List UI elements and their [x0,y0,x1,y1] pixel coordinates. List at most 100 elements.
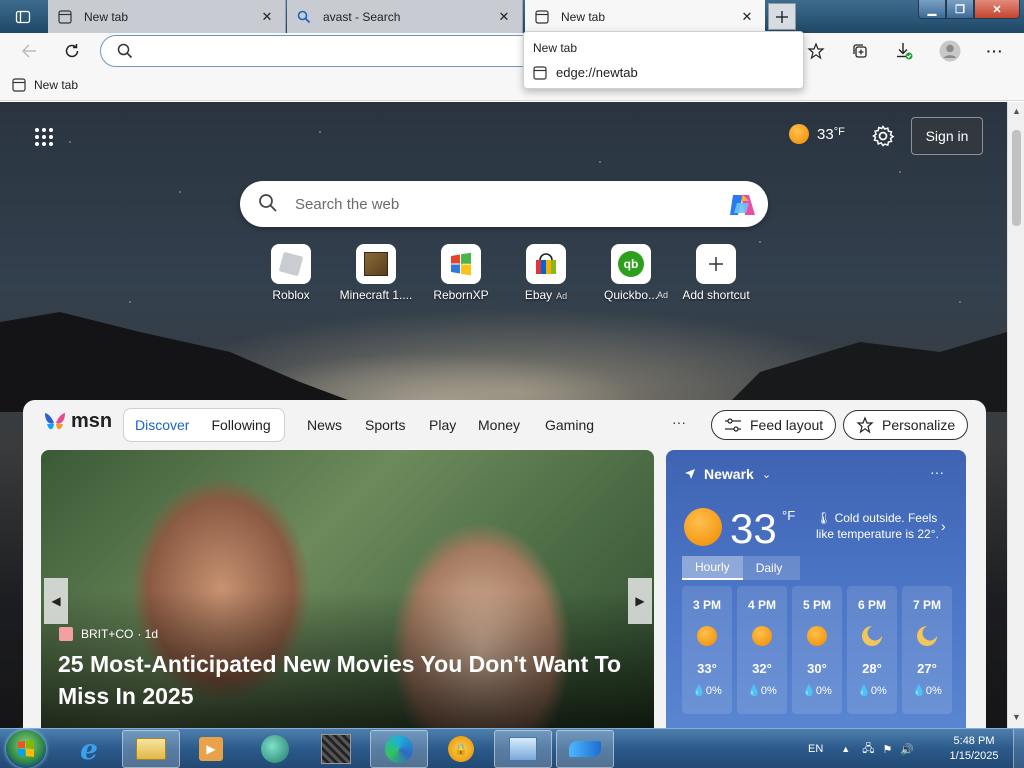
hover-card-url-text: edge://newtab [556,65,638,80]
tab-discover[interactable]: Discover [135,417,189,433]
favorites-button[interactable] [801,36,831,66]
taskbar-control-panel[interactable] [494,730,552,768]
tab-hourly[interactable]: Hourly [682,556,743,580]
network-icon[interactable]: 🖧 [862,740,874,759]
shortcut-rebornxp[interactable]: RebornXP [421,244,501,302]
volume-icon[interactable]: 🔊 [900,743,914,756]
weather-location[interactable]: Newark ⌄ [684,466,771,482]
precip-value: 0% [925,685,942,697]
story-headline[interactable]: 25 Most-Anticipated New Movies You Don't… [58,648,643,712]
apps-launcher-button[interactable] [32,125,56,149]
start-button[interactable] [6,730,46,768]
scroll-up-icon[interactable]: ▲ [1012,106,1021,116]
more-nav-button[interactable]: ··· [672,414,686,430]
clock-time: 5:48 PM [953,735,995,747]
address-input[interactable] [145,42,525,60]
nav-sports[interactable]: Sports [365,417,405,433]
nav-play[interactable]: Play [429,417,456,433]
story-source: BRIT+CO · 1d [59,627,158,641]
restore-button[interactable]: ❐ [946,0,974,19]
show-desktop-button[interactable] [1013,729,1024,768]
favorite-item-newtab[interactable]: New tab [12,75,78,95]
taskbar-internet-explorer[interactable]: e [60,730,118,768]
feed-layout-button[interactable]: Feed layout [711,410,837,440]
taskbar-file-explorer[interactable] [122,730,180,768]
tab-newtab-1[interactable]: New tab ✕ [48,0,286,33]
profile-button[interactable] [935,36,965,66]
system-clock[interactable]: 5:48 PM 1/15/2025 [938,734,1010,764]
vertical-scrollbar[interactable]: ▲ ▼ [1007,102,1024,728]
hour-time: 6 PM [857,598,886,612]
taskbar-vpn-app[interactable]: 🔒 [432,730,490,768]
address-bar[interactable] [100,35,540,67]
downloads-button[interactable] [889,36,919,66]
download-icon [897,43,913,60]
minecraft-icon [356,244,396,284]
back-button[interactable] [14,36,44,66]
weather-more-button[interactable]: ··· [930,464,944,480]
hour-precip: 💧0% [847,684,897,697]
favorites-bar: New tab [0,69,1024,101]
tab-newtab-active[interactable]: New tab ✕ [525,0,765,33]
shortcut-ebay[interactable]: Ebay Ad [506,244,586,302]
back-arrow-icon [21,44,36,58]
language-indicator[interactable]: EN [808,743,823,755]
collections-button[interactable] [845,36,875,66]
collections-icon [853,44,867,58]
web-search-box[interactable]: Search the web [240,181,768,227]
scroll-down-icon[interactable]: ▼ [1012,712,1021,722]
refresh-button[interactable] [57,36,87,66]
add-shortcut-button[interactable]: Add shortcut [676,244,756,302]
tab-daily[interactable]: Daily [743,556,796,580]
taskbar-edge[interactable] [370,730,428,768]
temp-unit: °F [833,125,845,138]
weather-card[interactable]: Newark ⌄ ··· 33 °F 🌡 Cold outside. Feels… [666,450,966,728]
show-hidden-icons-icon[interactable]: ▲ [841,744,850,754]
settings-menu-button[interactable]: ··· [980,36,1010,66]
close-icon[interactable]: ✕ [496,9,512,25]
nav-gaming[interactable]: Gaming [545,417,594,433]
tab-following[interactable]: Following [211,417,270,433]
taskbar-media-player[interactable]: ▶ [182,730,240,768]
new-tab-page: 33°F Sign in Search the web Roblox Minec… [0,102,1007,728]
close-icon[interactable]: ✕ [739,9,755,25]
new-tab-button[interactable] [768,3,796,30]
sign-in-button[interactable]: Sign in [911,117,983,155]
tab-avast-search[interactable]: avast - Search ✕ [287,0,523,33]
carousel-next-button[interactable]: ▶ [628,578,652,624]
msn-logo[interactable]: msn [43,410,112,433]
shortcut-minecraft[interactable]: Minecraft 1.... [336,244,416,302]
close-icon: ✕ [992,3,1002,16]
hour-temp: 28° [862,661,882,676]
tab-title: New tab [561,9,606,24]
nav-money[interactable]: Money [478,417,520,433]
search-placeholder: Search the web [295,196,400,213]
sparkle-star-icon [856,416,874,434]
chevron-down-icon: ⌄ [761,468,772,481]
carousel-prev-button[interactable]: ◀ [44,578,68,624]
hero-story-card[interactable]: ◀ ▶ BRIT+CO · 1d 25 Most-Anticipated New… [41,450,654,728]
tab-actions-button[interactable] [8,4,38,30]
shortcut-roblox[interactable]: Roblox [251,244,331,302]
taskbar-app-green[interactable] [246,730,304,768]
weather-widget-mini[interactable]: 33°F [789,124,845,144]
hour-time: 3 PM [692,598,721,612]
close-window-button[interactable]: ✕ [974,0,1020,19]
current-temp: 33 [730,505,777,552]
chevron-right-icon[interactable]: › [941,518,946,534]
taskbar-app-blue[interactable] [556,730,614,768]
hourly-forecast-item: 7 PM 27° 💧0% [902,586,952,714]
tab-hover-card: New tab edge://newtab [523,31,804,89]
minimize-icon: ▁ [927,3,937,16]
page-settings-button[interactable] [870,123,896,149]
taskbar-winxp-app[interactable] [307,730,365,768]
media-player-icon: ▶ [199,737,223,761]
copilot-icon[interactable] [727,191,757,219]
personalize-button[interactable]: Personalize [843,410,969,440]
plus-icon [696,244,736,284]
close-icon[interactable]: ✕ [259,9,275,25]
nav-news[interactable]: News [307,417,342,433]
flag-icon[interactable]: ⚑ [882,743,892,756]
minimize-button[interactable]: ▁ [918,0,946,19]
scrollbar-thumb[interactable] [1012,130,1021,226]
